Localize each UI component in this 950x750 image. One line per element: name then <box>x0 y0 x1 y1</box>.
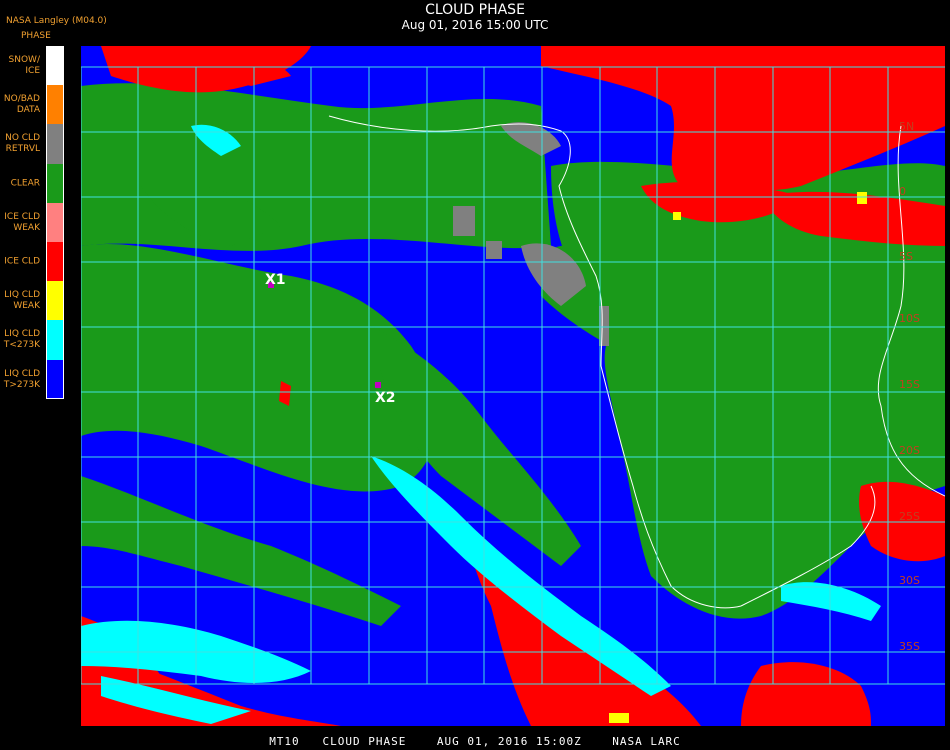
latitude-label: 35S <box>899 640 920 653</box>
legend-swatch <box>46 320 64 360</box>
legend-item: LIQ CLD WEAK <box>0 281 66 321</box>
legend-swatch <box>46 359 64 399</box>
marker-x2-label: X2 <box>375 390 396 406</box>
legend-swatch <box>46 46 64 86</box>
latitude-label: 5S <box>899 250 913 263</box>
legend-item-label: ICE CLD <box>4 256 40 267</box>
legend-item-label: LIQ CLD WEAK <box>4 290 40 312</box>
legend-swatch <box>46 202 64 242</box>
legend-item-label: ICE CLD WEAK <box>4 211 40 233</box>
legend-title: PHASE <box>21 31 51 41</box>
legend-item: ICE CLD WEAK <box>0 202 66 243</box>
footer-caption: MT10 CLOUD PHASE AUG 01, 2016 15:00Z NAS… <box>269 735 681 748</box>
legend-item-label: NO CLD RETRVL <box>5 133 40 155</box>
latitude-label: 25S <box>899 510 920 523</box>
marker-x2-point <box>375 382 381 388</box>
legend-swatch <box>46 163 64 203</box>
latitude-label: 10S <box>899 312 920 325</box>
latitude-label: 30S <box>899 574 920 587</box>
latitude-label: 5N <box>899 120 914 133</box>
legend-swatch <box>46 281 64 321</box>
legend-item-label: LIQ CLD T<273K <box>3 329 40 351</box>
source-label: NASA Langley (M04.0) <box>6 16 107 26</box>
chart-title: CLOUD PHASE <box>425 2 525 18</box>
legend-item-label: LIQ CLD T>273K <box>3 368 40 390</box>
legend-item-label: SNOW/ ICE <box>8 55 40 76</box>
chart-datetime: Aug 01, 2016 15:00 UTC <box>401 18 549 32</box>
legend-swatch <box>46 242 64 282</box>
legend-item: LIQ CLD T<273K <box>0 320 66 360</box>
latitude-label: 20S <box>899 444 920 457</box>
latitude-label: 15S <box>899 378 920 391</box>
latitude-label: 0 <box>899 185 906 198</box>
legend-item: ICE CLD <box>0 242 66 282</box>
legend-item: NO CLD RETRVL <box>0 124 66 164</box>
legend-item: CLEAR <box>0 163 66 204</box>
legend-item-label: NO/BAD DATA <box>3 94 40 116</box>
legend-item: NO/BAD DATA <box>0 85 66 125</box>
legend-swatch <box>46 85 64 125</box>
marker-x1-label: X1 <box>265 272 286 288</box>
legend-item: LIQ CLD T>273K <box>0 359 66 400</box>
cloud-phase-map: 5N 0 5S 10S 15S 20S 25S 30S 35S X1 X2 <box>81 46 945 726</box>
legend-item: SNOW/ ICE <box>0 46 66 86</box>
legend-swatch <box>46 124 64 164</box>
legend-item-label: CLEAR <box>10 178 40 189</box>
